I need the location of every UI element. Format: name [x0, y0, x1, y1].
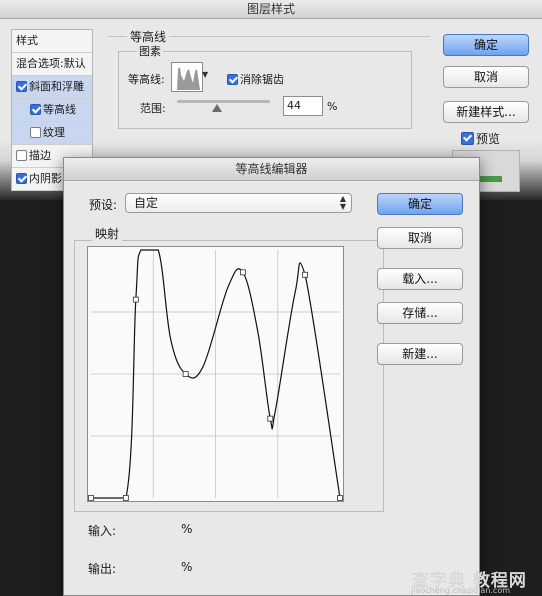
sidebar-item-bevel-emboss[interactable]: 斜面和浮雕 [12, 76, 92, 99]
elements-group-box [118, 51, 412, 129]
bevel-checkbox[interactable] [16, 81, 27, 92]
range-input[interactable]: 44 [283, 96, 323, 116]
stroke-checkbox[interactable] [16, 150, 27, 161]
save-button[interactable]: 存储... [377, 302, 463, 324]
range-label: 范围: [140, 102, 166, 115]
sidebar-item-contour[interactable]: 等高线 [12, 99, 92, 122]
range-slider-thumb[interactable] [212, 104, 222, 112]
preview-swatch-fill [480, 176, 502, 182]
input-label: 输入: [88, 524, 117, 538]
sidebar-item-blending[interactable]: 混合选项:默认 [12, 53, 92, 76]
input-unit: % [181, 522, 193, 536]
sidebar-item-label: 斜面和浮雕 [29, 80, 84, 93]
curve-control-point[interactable] [302, 271, 309, 278]
layer-style-title: 图层样式 [0, 0, 542, 19]
contour-cancel-button[interactable]: 取消 [377, 227, 463, 249]
contour-dropdown-icon[interactable]: ▼ [202, 70, 208, 79]
anti-alias-label: 消除锯齿 [240, 73, 284, 86]
range-unit: % [327, 100, 338, 113]
contour-thumbnail[interactable] [171, 62, 203, 92]
contour-ok-button[interactable]: 确定 [377, 193, 463, 215]
sidebar-item-label: 描边 [29, 149, 51, 162]
curve-control-point[interactable] [122, 495, 129, 501]
inner-shadow-checkbox[interactable] [16, 173, 27, 184]
preset-select[interactable]: 自定 ▲ ▼ [125, 193, 352, 213]
new-button[interactable]: 新建... [377, 343, 463, 365]
preview-checkbox[interactable] [461, 132, 474, 145]
contour-graph[interactable] [87, 246, 344, 502]
sidebar-item-label: 混合选项:默认 [16, 57, 86, 70]
elements-group-title: 图素 [137, 43, 163, 59]
curve-control-point[interactable] [337, 495, 343, 501]
layer-style-cancel-button[interactable]: 取消 [443, 66, 529, 88]
curve-control-point[interactable] [182, 371, 189, 377]
curve-control-point[interactable] [132, 296, 139, 303]
graph-grid [91, 250, 340, 498]
range-slider-track[interactable] [177, 100, 270, 103]
load-button[interactable]: 载入... [377, 268, 463, 290]
preview-label: 预览 [476, 132, 501, 146]
anti-alias-checkbox-row[interactable]: 消除锯齿 [227, 71, 284, 87]
sidebar-header: 样式 [12, 30, 92, 53]
output-label: 输出: [88, 562, 117, 576]
sidebar-item-label: 等高线 [43, 103, 76, 116]
preset-label: 预设: [89, 198, 118, 212]
contour-editor-title: 等高线编辑器 [64, 158, 479, 181]
curve-control-point[interactable] [267, 415, 274, 422]
texture-checkbox[interactable] [30, 127, 41, 138]
select-arrows-icon: ▲ ▼ [339, 194, 346, 211]
new-style-button[interactable]: 新建样式... [443, 101, 529, 123]
sidebar-item-label: 纹理 [43, 126, 65, 139]
sidebar-item-label: 内阴影 [29, 172, 62, 185]
watermark-url: jiaocheng.chazidian.com [411, 586, 511, 595]
output-unit: % [181, 560, 193, 574]
contour-label: 等高线: [128, 73, 165, 86]
contour-curve-canvas[interactable] [88, 247, 343, 501]
layer-style-ok-button[interactable]: 确定 [443, 34, 529, 56]
sidebar-item-texture[interactable]: 纹理 [12, 122, 92, 145]
curve-control-point[interactable] [88, 495, 94, 501]
contour-thumbnail-graph [174, 67, 200, 90]
curve-control-point[interactable] [239, 269, 246, 276]
preset-value: 自定 [134, 196, 159, 210]
anti-alias-checkbox[interactable] [227, 74, 238, 85]
contour-editor-dialog: 等高线编辑器 预设: 自定 ▲ ▼ 映射 输入: % 输出: % 确定 取消 载入… [63, 157, 480, 596]
contour-checkbox[interactable] [30, 104, 41, 115]
mapping-group-title: 映射 [92, 225, 123, 242]
preview-checkbox-row[interactable]: 预览 [461, 130, 500, 147]
